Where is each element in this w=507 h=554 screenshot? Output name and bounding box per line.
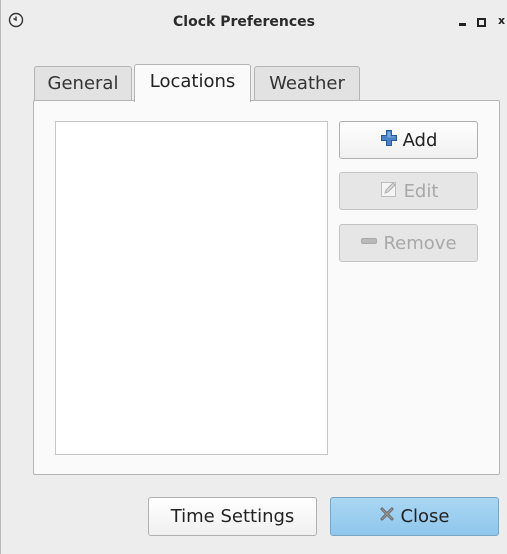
remove-button-label: Remove xyxy=(383,232,457,254)
remove-button[interactable]: Remove xyxy=(339,224,478,262)
close-x-icon xyxy=(379,506,395,527)
window-title: Clock Preferences xyxy=(173,14,315,30)
pencil-icon xyxy=(379,179,399,204)
clock-preferences-window: Clock Preferences x General Locations We… xyxy=(0,0,507,554)
plus-icon xyxy=(380,129,398,152)
locations-panel: Add Edit Remove xyxy=(33,100,500,475)
tab-general[interactable]: General xyxy=(34,66,132,101)
edit-button-label: Edit xyxy=(403,180,439,202)
tab-weather[interactable]: Weather xyxy=(254,66,360,101)
edit-button[interactable]: Edit xyxy=(339,172,478,210)
time-settings-label: Time Settings xyxy=(170,506,295,527)
close-button[interactable]: Close xyxy=(330,497,499,536)
minimize-icon[interactable] xyxy=(457,14,469,28)
add-button[interactable]: Add xyxy=(339,121,478,159)
minus-icon xyxy=(360,232,378,255)
maximize-icon[interactable] xyxy=(476,14,488,28)
close-button-label: Close xyxy=(400,506,450,527)
title-bar[interactable]: Clock Preferences x xyxy=(1,0,507,44)
time-settings-button[interactable]: Time Settings xyxy=(148,497,317,536)
add-button-label: Add xyxy=(402,129,438,151)
tab-locations[interactable]: Locations xyxy=(134,64,251,102)
close-window-icon[interactable]: x xyxy=(498,14,507,28)
locations-list[interactable] xyxy=(55,121,328,455)
